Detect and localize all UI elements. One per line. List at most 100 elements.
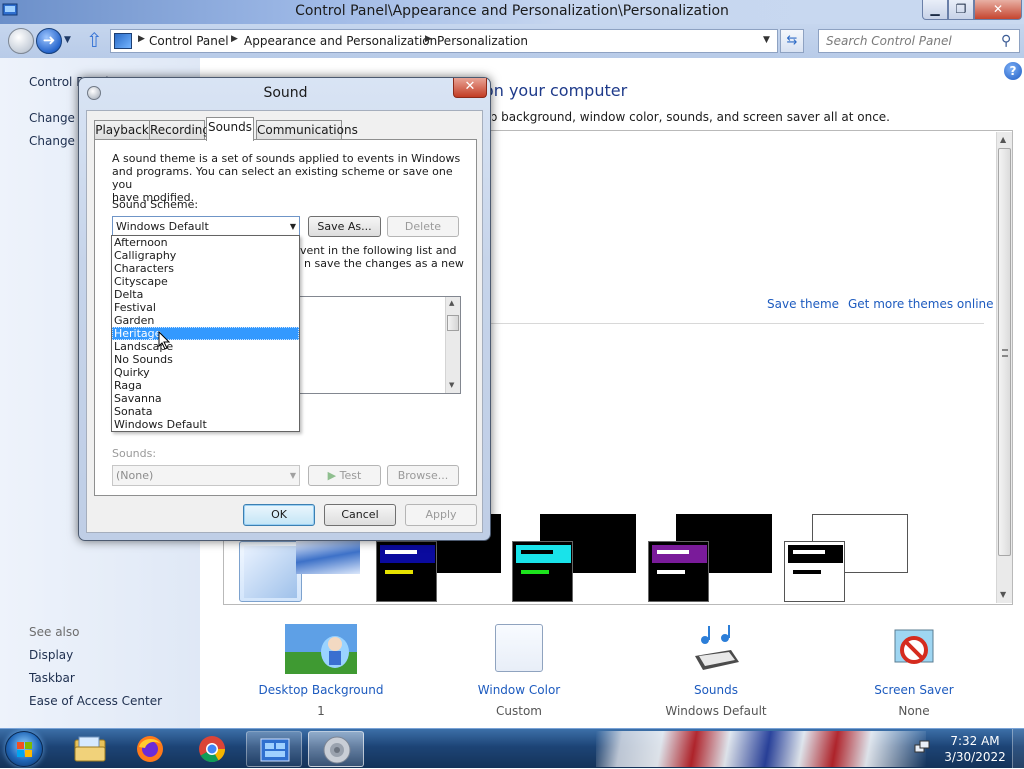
breadcrumb-personalization[interactable]: Personalization (437, 34, 528, 48)
tab-recording[interactable]: Recording (149, 120, 210, 140)
scheme-option-highlighted[interactable]: Heritage (112, 327, 299, 340)
scheme-option[interactable]: Cityscape (112, 275, 299, 288)
scheme-option[interactable]: Sonata (112, 405, 299, 418)
recent-pages-dropdown[interactable]: ▼ (64, 35, 71, 45)
sounds-value: (None) (116, 469, 154, 482)
program-events-list[interactable]: ▲ ▼ (297, 296, 461, 394)
breadcrumb-chevron-icon[interactable]: ▶ (425, 34, 432, 44)
tab-playback[interactable]: Playback (94, 120, 150, 140)
breadcrumb-control-panel[interactable]: Control Panel (149, 34, 229, 48)
search-box[interactable]: ⚲ (818, 29, 1020, 53)
screen-saver-link[interactable]: Screen Saver (824, 683, 1004, 697)
sounds-item[interactable]: Sounds Windows Default (626, 624, 806, 718)
theme-panel-scrollbar[interactable]: ▲ ▼ (996, 132, 1012, 603)
scrollbar-thumb[interactable] (998, 148, 1011, 556)
close-button[interactable]: ✕ (974, 0, 1022, 20)
see-also-display-link[interactable]: Display (29, 648, 73, 662)
get-more-themes-link[interactable]: Get more themes online (848, 297, 994, 311)
save-theme-link[interactable]: Save theme (767, 297, 839, 311)
forward-button[interactable]: ➜ (36, 28, 62, 54)
save-as-button[interactable]: Save As... (308, 216, 381, 237)
ok-button[interactable]: OK (243, 504, 315, 526)
taskbar-control-panel-button[interactable] (246, 731, 302, 767)
scheme-option[interactable]: Calligraphy (112, 249, 299, 262)
sound-theme-description: A sound theme is a set of sounds applied… (112, 152, 476, 204)
theme-thumbnail-high-contrast-white[interactable] (784, 541, 845, 602)
scheme-option[interactable]: Quirky (112, 366, 299, 379)
chrome-icon (199, 736, 226, 763)
breadcrumb-chevron-icon[interactable]: ▶ (231, 34, 238, 44)
window-color-item[interactable]: Window Color Custom (429, 624, 609, 718)
scheme-option[interactable]: No Sounds (112, 353, 299, 366)
theme-thumbnail-windows[interactable] (296, 540, 360, 574)
sounds-value: Windows Default (665, 704, 767, 718)
scheme-option[interactable]: Festival (112, 301, 299, 314)
address-bar[interactable]: ▶ Control Panel ▶ Appearance and Persona… (110, 29, 778, 53)
breadcrumb-appearance[interactable]: Appearance and Personalization (244, 34, 437, 48)
chevron-down-icon: ▼ (289, 222, 296, 231)
scroll-down-icon[interactable]: ▼ (449, 381, 454, 389)
firefox-icon (137, 736, 163, 762)
screen-saver-value: None (898, 704, 930, 718)
scroll-up-icon[interactable]: ▲ (1000, 135, 1006, 144)
up-arrow-icon[interactable]: ⇧ (86, 30, 106, 52)
start-button[interactable] (5, 731, 43, 767)
theme-thumbnail-selected[interactable] (239, 541, 302, 602)
apply-button[interactable]: Apply (405, 504, 477, 526)
page-description: Click a theme to change the desktop back… (492, 110, 1014, 124)
sounds-link[interactable]: Sounds (626, 683, 806, 697)
see-also-taskbar-link[interactable]: Taskbar (29, 671, 75, 685)
scroll-up-icon[interactable]: ▲ (449, 299, 454, 307)
window-color-link[interactable]: Window Color (429, 683, 609, 697)
chevron-down-icon: ▼ (289, 471, 296, 480)
play-icon: ▶ (327, 469, 337, 482)
taskbar-firefox-button[interactable] (122, 731, 178, 767)
sound-scheme-combobox[interactable]: Windows Default ▼ (112, 216, 300, 237)
show-desktop-button[interactable] (1012, 729, 1024, 769)
desktop-background-item[interactable]: Desktop Background 1 (231, 624, 411, 718)
theme-thumbnail-high-contrast-black[interactable] (648, 541, 709, 602)
taskbar-sound-button[interactable] (308, 731, 364, 767)
desktop-background-link[interactable]: Desktop Background (231, 683, 411, 697)
back-button[interactable] (8, 28, 34, 54)
taskbar-chrome-button[interactable] (184, 731, 240, 767)
dialog-close-button[interactable]: ✕ (453, 78, 487, 98)
search-input[interactable] (819, 30, 997, 52)
scheme-option[interactable]: Garden (112, 314, 299, 327)
events-list-scrollbar[interactable]: ▲ ▼ (445, 297, 460, 393)
scheme-option[interactable]: Raga (112, 379, 299, 392)
sound-scheme-dropdown-list[interactable]: Afternoon Calligraphy Characters Citysca… (111, 235, 300, 432)
scheme-option[interactable]: Windows Default (112, 418, 299, 431)
theme-thumbnail-high-contrast-1[interactable] (376, 541, 437, 602)
scroll-down-icon[interactable]: ▼ (1000, 590, 1006, 599)
taskbar-explorer-button[interactable] (62, 731, 118, 767)
breadcrumb-chevron-icon[interactable]: ▶ (138, 34, 145, 44)
help-icon[interactable]: ? (1004, 62, 1022, 80)
taskbar-clock[interactable]: 7:32 AM 3/30/2022 (940, 733, 1010, 765)
see-also-ease-of-access-link[interactable]: Ease of Access Center (29, 694, 162, 708)
scheme-option[interactable]: Savanna (112, 392, 299, 405)
refresh-button[interactable]: ⇆ (780, 29, 804, 53)
navigation-bar: ➜ ▼ ⇧ ▶ Control Panel ▶ Appearance and P… (0, 24, 1024, 58)
sounds-combobox[interactable]: (None) ▼ (112, 465, 300, 486)
network-icon[interactable] (914, 739, 930, 755)
scheme-option[interactable]: Afternoon (112, 236, 299, 249)
scheme-option[interactable]: Landscape (112, 340, 299, 353)
browse-button[interactable]: Browse... (387, 465, 459, 486)
test-button[interactable]: ▶ Test (308, 465, 381, 486)
minimize-button[interactable]: ▁ (922, 0, 948, 20)
see-also-heading: See also (29, 625, 80, 639)
search-icon[interactable]: ⚲ (1001, 33, 1011, 49)
address-dropdown-icon[interactable]: ▼ (763, 35, 770, 45)
scrollbar-thumb[interactable] (447, 315, 459, 331)
cancel-button[interactable]: Cancel (324, 504, 396, 526)
screen-saver-item[interactable]: Screen Saver None (824, 624, 1004, 718)
dialog-title: Sound (263, 85, 308, 101)
tab-communications[interactable]: Communications (256, 120, 358, 140)
delete-button[interactable]: Delete (387, 216, 459, 237)
theme-thumbnail-high-contrast-2[interactable] (512, 541, 573, 602)
restore-button[interactable]: ❐ (948, 0, 974, 20)
scheme-option[interactable]: Delta (112, 288, 299, 301)
tab-sounds[interactable]: Sounds (206, 117, 254, 141)
scheme-option[interactable]: Characters (112, 262, 299, 275)
